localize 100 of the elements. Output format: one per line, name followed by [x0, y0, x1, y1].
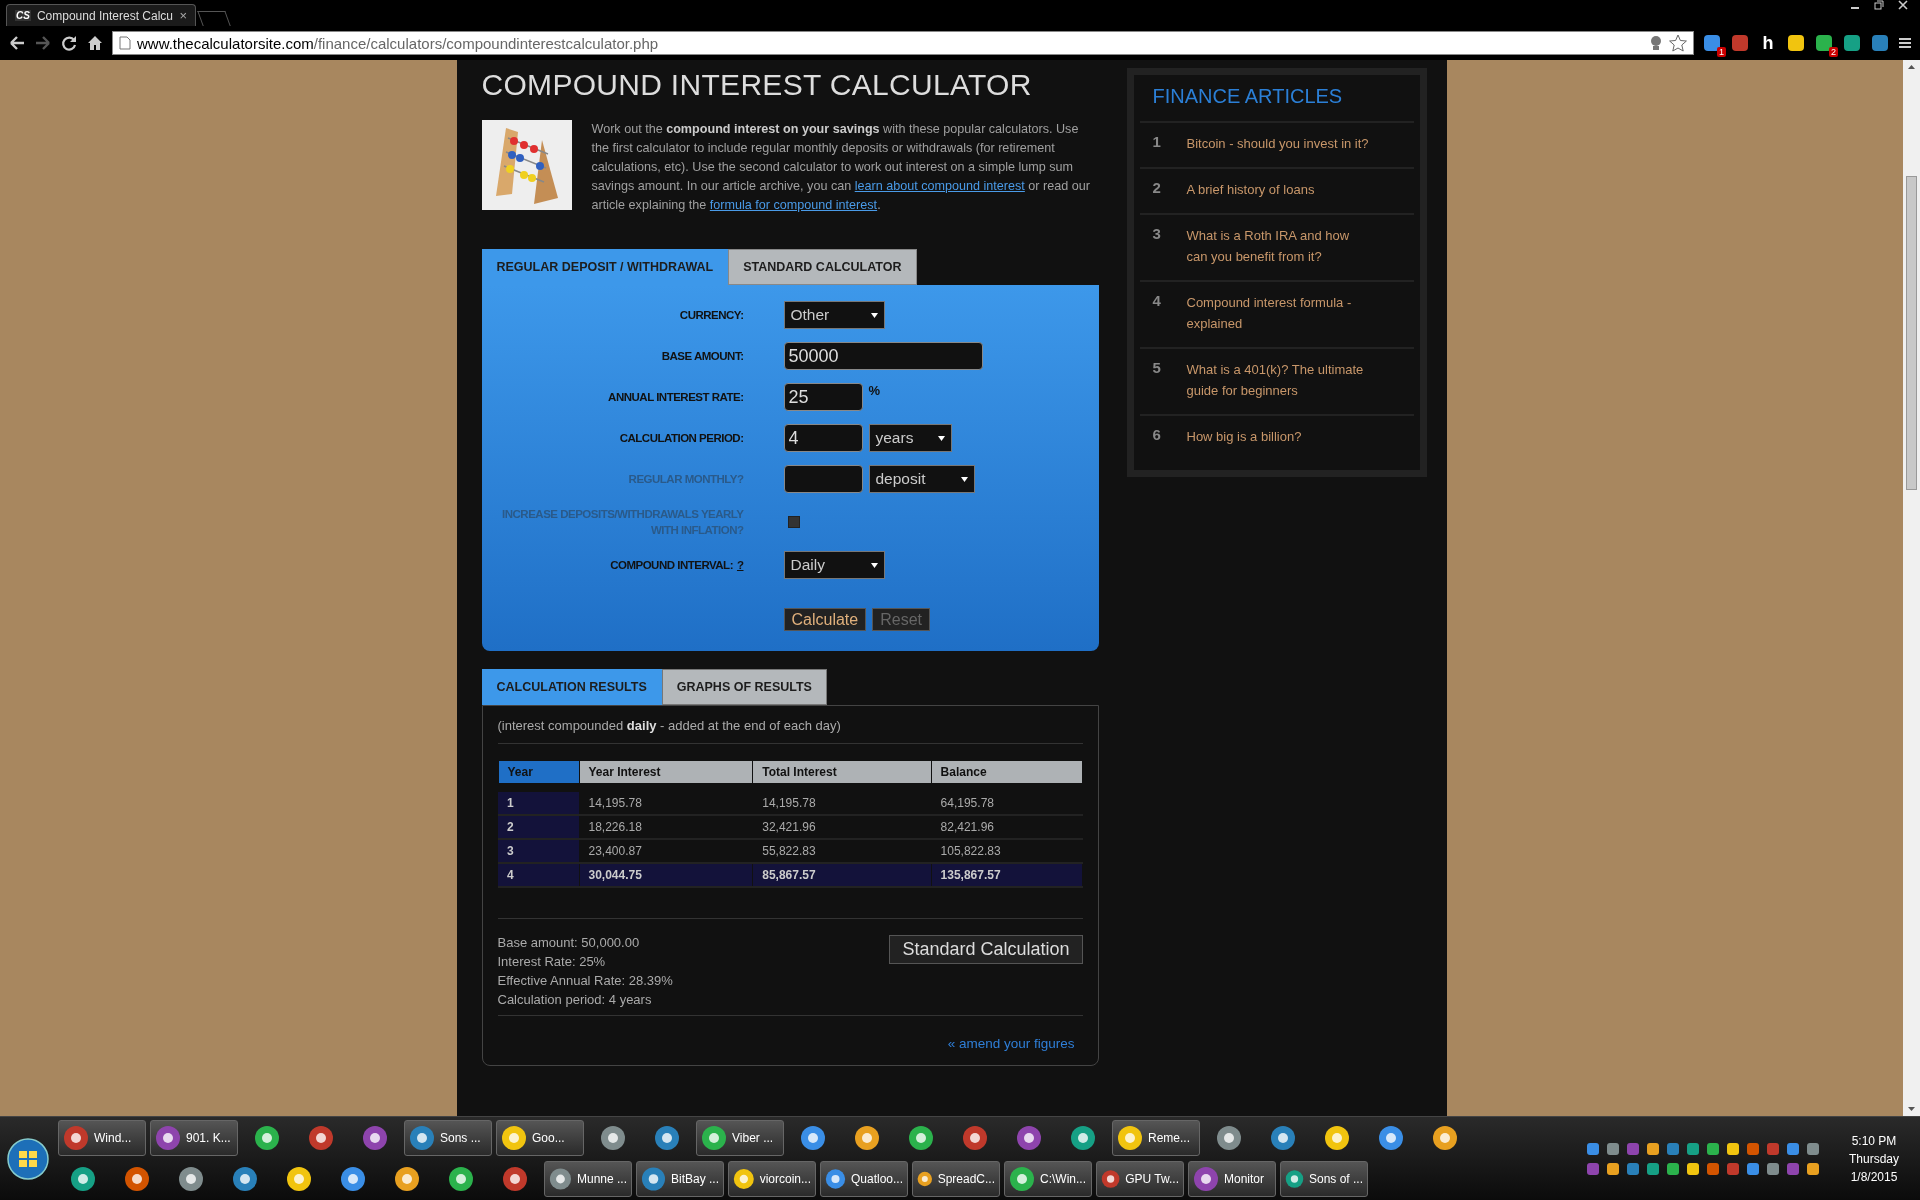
- lightbulb-icon[interactable]: [1649, 35, 1663, 51]
- app-icon[interactable]: [1193, 1166, 1219, 1192]
- input-field[interactable]: [783, 465, 863, 493]
- app-icon[interactable]: [254, 1125, 280, 1151]
- input-field[interactable]: 4: [783, 424, 863, 452]
- app-icon[interactable]: [70, 1166, 96, 1192]
- app-icon[interactable]: [1016, 1125, 1042, 1151]
- app-icon[interactable]: [448, 1166, 474, 1192]
- article-link[interactable]: Bitcoin - should you invest in it?: [1186, 133, 1372, 154]
- tray-icon[interactable]: [1646, 1141, 1660, 1156]
- taskbar-button[interactable]: Reme...: [1112, 1120, 1200, 1156]
- extension-icon[interactable]: [1843, 34, 1861, 52]
- app-icon[interactable]: [1070, 1125, 1096, 1151]
- forward-icon[interactable]: [34, 34, 52, 52]
- app-icon[interactable]: [1009, 1166, 1035, 1192]
- calculate-button[interactable]: Calculate: [783, 608, 867, 631]
- tray-icon[interactable]: [1766, 1161, 1780, 1176]
- tray-icon[interactable]: [1646, 1161, 1660, 1176]
- tray-icon[interactable]: [1686, 1141, 1700, 1156]
- calculator-tab[interactable]: STANDARD CALCULATOR: [728, 249, 917, 285]
- article-link[interactable]: learn about compound interest: [854, 179, 1025, 193]
- app-icon[interactable]: [962, 1125, 988, 1151]
- extension-icon[interactable]: [1815, 34, 1833, 52]
- close-icon[interactable]: [1898, 0, 1908, 10]
- article-link[interactable]: Compound interest formula - explained: [1186, 292, 1372, 334]
- article-link[interactable]: A brief history of loans: [1186, 179, 1372, 200]
- dropdown[interactable]: Other: [783, 301, 885, 329]
- app-icon[interactable]: [63, 1125, 89, 1151]
- home-icon[interactable]: [86, 34, 104, 52]
- app-icon[interactable]: [1270, 1125, 1296, 1151]
- tray-icon[interactable]: [1786, 1141, 1800, 1156]
- standard-calculation-button[interactable]: Standard Calculation: [889, 935, 1083, 964]
- app-icon[interactable]: [641, 1166, 666, 1192]
- back-icon[interactable]: [8, 34, 26, 52]
- address-bar[interactable]: www.thecalculatorsite.com/finance/calculators/compoundinterestcalculator.php: [112, 31, 1694, 55]
- app-icon[interactable]: [286, 1166, 312, 1192]
- app-icon[interactable]: [854, 1125, 880, 1151]
- app-icon[interactable]: [549, 1166, 572, 1192]
- app-icon[interactable]: [362, 1125, 388, 1151]
- article-link[interactable]: What is a 401(k)? The ultimate guide for beginners: [1186, 359, 1372, 401]
- tray-icon[interactable]: [1606, 1141, 1620, 1156]
- menu-icon[interactable]: [1898, 36, 1912, 50]
- app-icon[interactable]: [178, 1166, 204, 1192]
- app-icon[interactable]: [308, 1125, 334, 1151]
- app-icon[interactable]: [600, 1125, 626, 1151]
- extension-button[interactable]: h: [1762, 32, 1774, 54]
- taskbar-button[interactable]: Goo...: [496, 1120, 584, 1156]
- reload-icon[interactable]: [60, 34, 78, 52]
- start-button[interactable]: [6, 1136, 50, 1181]
- tray-icon[interactable]: [1726, 1141, 1740, 1156]
- tray-icon[interactable]: [1706, 1141, 1720, 1156]
- app-icon[interactable]: [155, 1125, 181, 1151]
- scroll-thumb[interactable]: [1906, 176, 1917, 490]
- taskbar-button[interactable]: viorcoin...: [728, 1161, 816, 1197]
- taskbar-button[interactable]: SpreadC...: [912, 1161, 1000, 1197]
- app-icon[interactable]: [825, 1166, 846, 1192]
- app-icon[interactable]: [409, 1125, 435, 1151]
- taskbar-button[interactable]: Sons of ...: [1280, 1161, 1368, 1197]
- taskbar-button[interactable]: Quatloo...: [820, 1161, 908, 1197]
- taskbar-button[interactable]: 901. K...: [150, 1120, 238, 1156]
- dropdown[interactable]: Daily: [783, 551, 885, 579]
- app-icon[interactable]: [232, 1166, 258, 1192]
- app-icon[interactable]: [394, 1166, 420, 1192]
- app-icon[interactable]: [1378, 1125, 1404, 1151]
- app-icon[interactable]: [1117, 1125, 1143, 1151]
- taskbar-button[interactable]: Munne ...: [544, 1161, 632, 1197]
- app-icon[interactable]: [908, 1125, 934, 1151]
- tray-icon[interactable]: [1806, 1161, 1820, 1176]
- taskbar-button[interactable]: Monitor: [1188, 1161, 1276, 1197]
- taskbar-button[interactable]: Wind...: [58, 1120, 146, 1156]
- scrollbar[interactable]: [1903, 60, 1920, 1116]
- app-icon[interactable]: [502, 1166, 528, 1192]
- results-tab[interactable]: GRAPHS OF RESULTS: [661, 669, 827, 705]
- taskbar-button[interactable]: BitBay ...: [636, 1161, 724, 1197]
- app-icon[interactable]: [1324, 1125, 1350, 1151]
- article-link[interactable]: What is a Roth IRA and how can you benefit from it?: [1186, 225, 1372, 267]
- restore-icon[interactable]: [1874, 0, 1884, 10]
- taskbar-button[interactable]: C:\Win...: [1004, 1161, 1092, 1197]
- tray-icon[interactable]: [1586, 1141, 1600, 1156]
- app-icon[interactable]: [701, 1125, 727, 1151]
- star-icon[interactable]: [1669, 34, 1687, 52]
- amend-link[interactable]: « amend your figures: [947, 1036, 1075, 1051]
- tray-icon[interactable]: [1746, 1161, 1760, 1176]
- tray-icon[interactable]: [1606, 1161, 1620, 1176]
- input-field[interactable]: 50000: [783, 342, 983, 370]
- tray-icon[interactable]: [1806, 1141, 1820, 1156]
- browser-tab[interactable]: CS Compound Interest Calcu ×: [6, 4, 196, 26]
- taskbar-button[interactable]: Sons ...: [404, 1120, 492, 1156]
- app-icon[interactable]: [1432, 1125, 1458, 1151]
- extension-icon[interactable]: [1703, 34, 1721, 52]
- input-field[interactable]: 25: [783, 383, 863, 411]
- app-icon[interactable]: [1216, 1125, 1242, 1151]
- article-link[interactable]: How big is a billion?: [1186, 426, 1372, 447]
- app-icon[interactable]: [340, 1166, 366, 1192]
- app-icon[interactable]: [654, 1125, 680, 1151]
- taskbar-button[interactable]: Viber ...: [696, 1120, 784, 1156]
- tray-icon[interactable]: [1686, 1161, 1700, 1176]
- extension-icon[interactable]: [1787, 34, 1805, 52]
- taskbar-button[interactable]: GPU Tw...: [1096, 1161, 1184, 1197]
- app-icon[interactable]: [733, 1166, 755, 1192]
